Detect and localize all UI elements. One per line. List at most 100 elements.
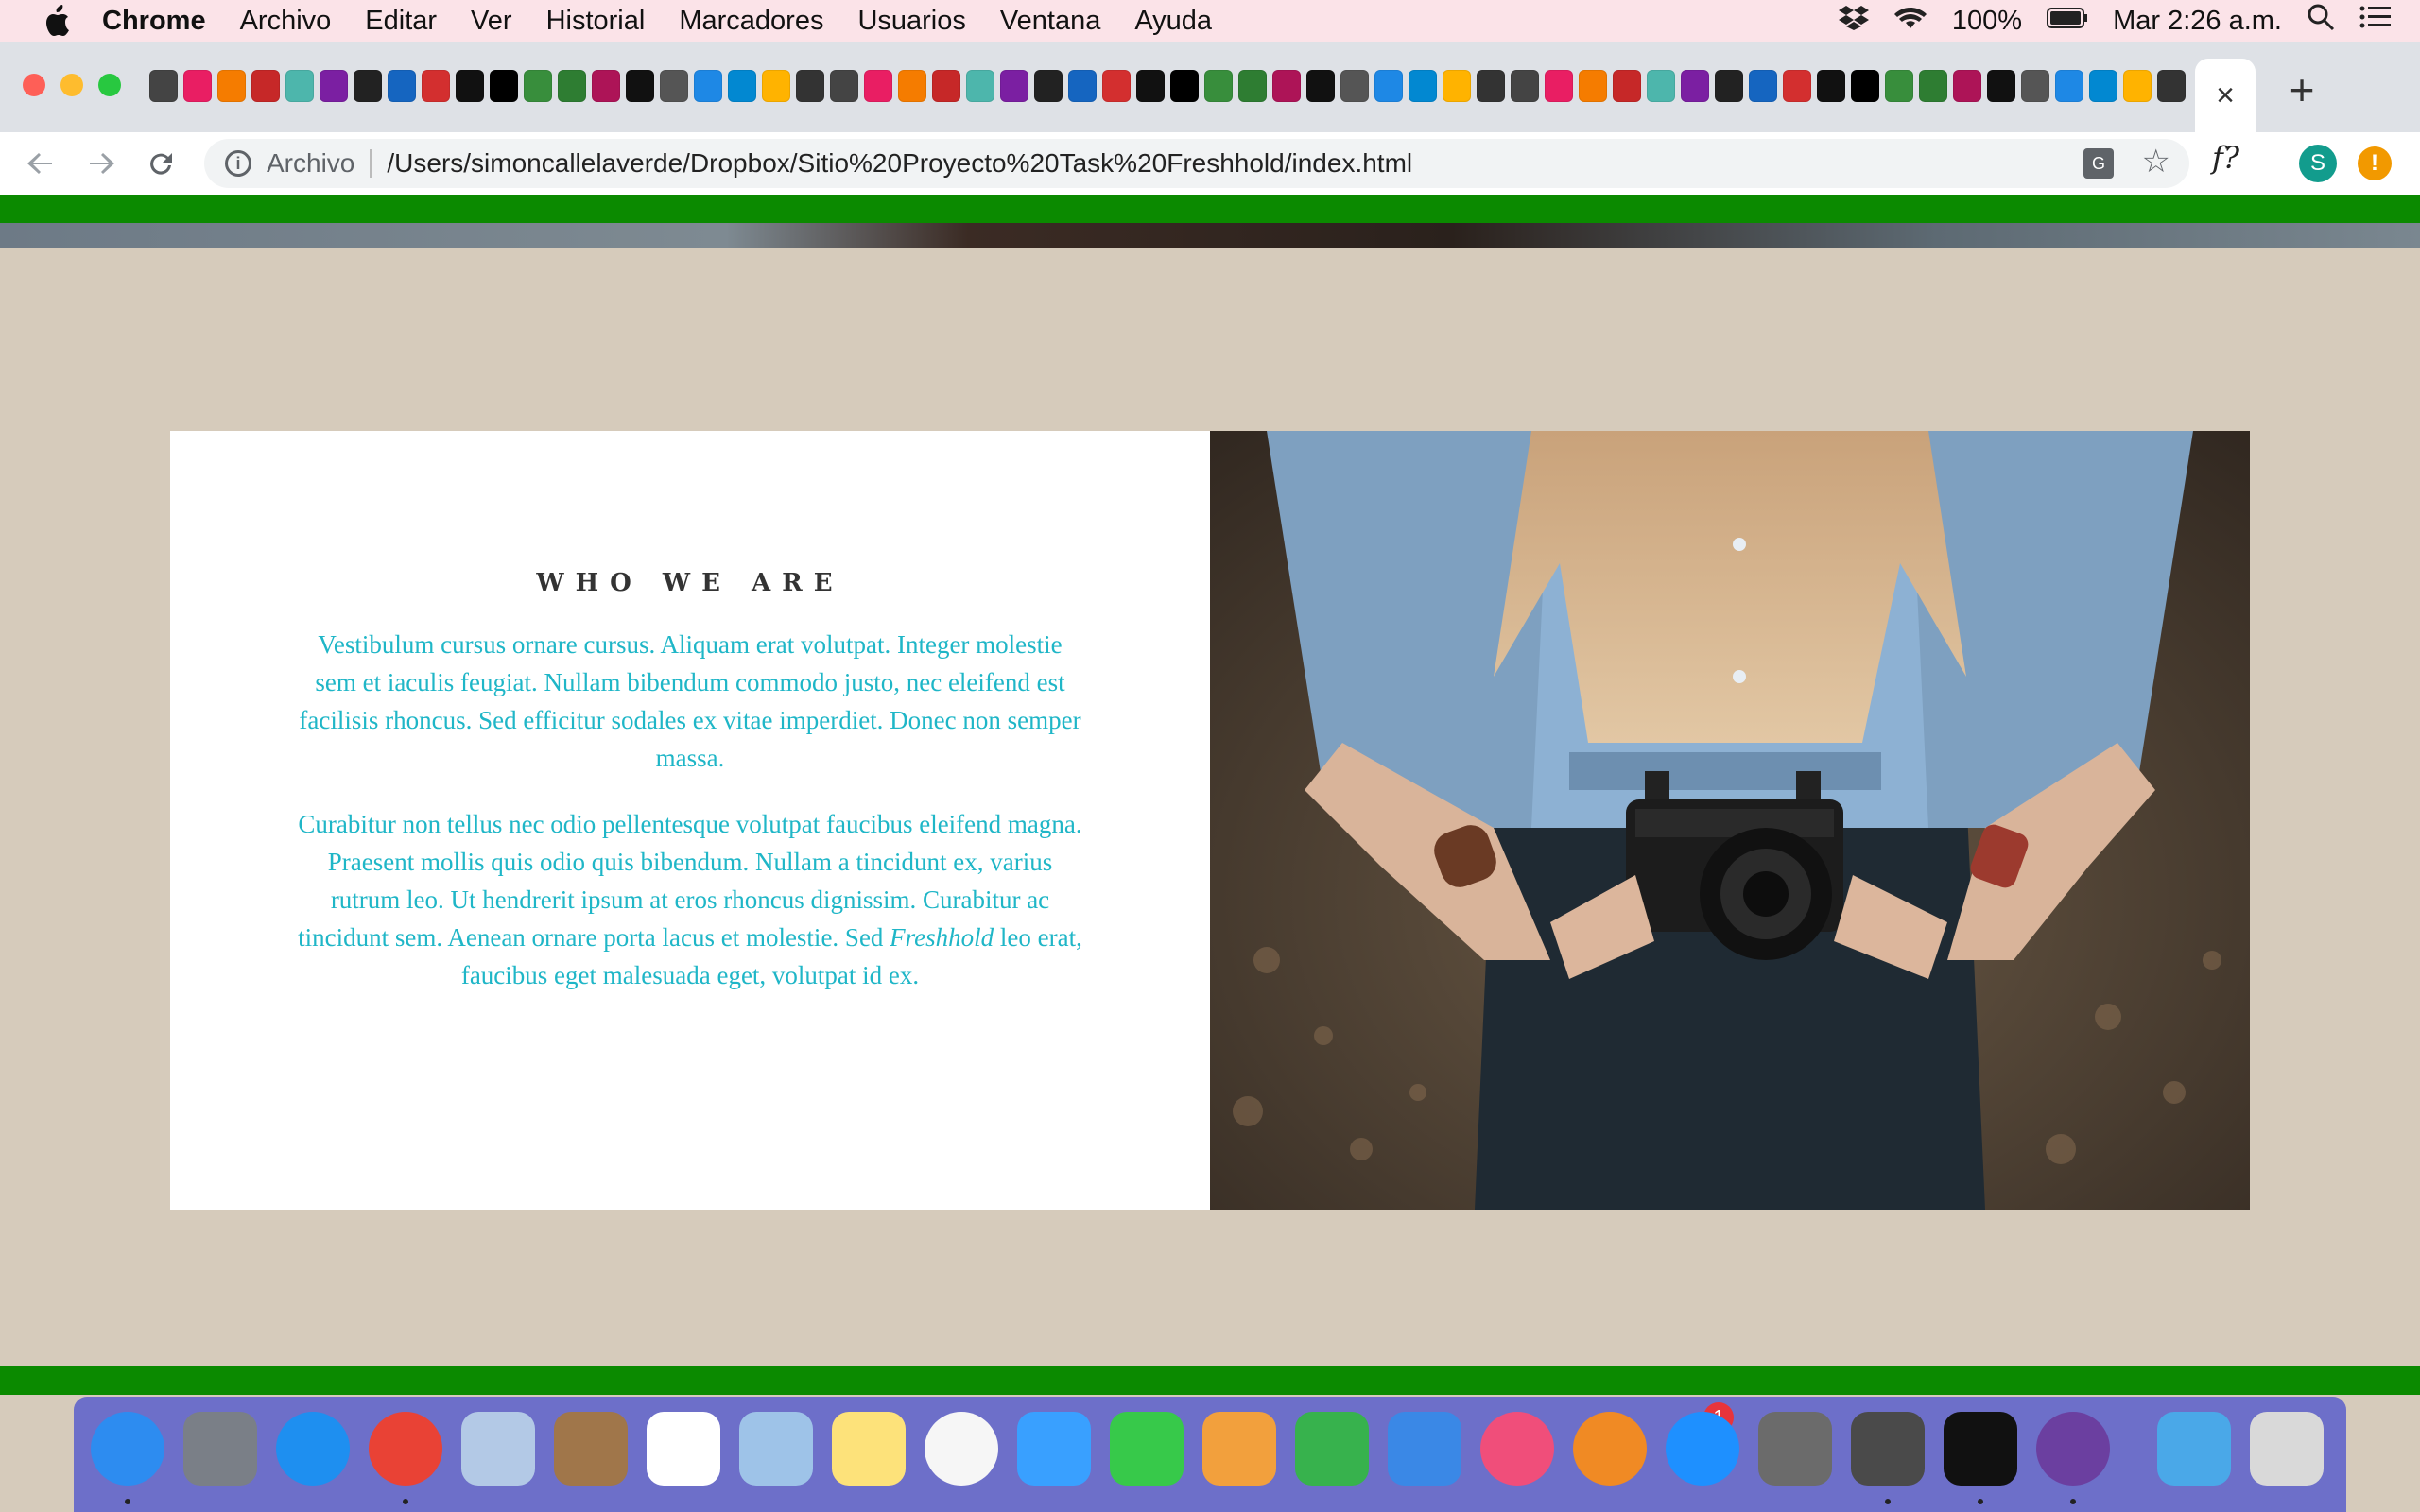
pinned-tab-favicon-icon[interactable] xyxy=(796,70,824,102)
pinned-tab-favicon-icon[interactable] xyxy=(422,70,450,102)
menu-archivo[interactable]: Archivo xyxy=(240,6,332,37)
menu-historial[interactable]: Historial xyxy=(546,6,646,37)
pinned-tab-favicon-icon[interactable] xyxy=(456,70,484,102)
address-url[interactable]: /Users/simoncallelaverde/Dropbox/Sitio%2… xyxy=(387,148,1412,179)
apple-menu-icon[interactable] xyxy=(38,2,76,40)
pinned-tab-favicon-icon[interactable] xyxy=(966,70,994,102)
launchpad-icon[interactable] xyxy=(183,1412,257,1486)
messages-icon[interactable] xyxy=(1017,1412,1091,1486)
chrome-icon[interactable] xyxy=(369,1412,442,1486)
keynote-icon[interactable] xyxy=(1388,1412,1461,1486)
notification-center-icon[interactable] xyxy=(2360,5,2392,37)
forward-button[interactable] xyxy=(76,138,127,189)
address-bar[interactable]: i Archivo /Users/simoncallelaverde/Dropb… xyxy=(204,139,2189,188)
pinned-tab-favicon-icon[interactable] xyxy=(694,70,722,102)
pinned-tab-favicon-icon[interactable] xyxy=(1443,70,1471,102)
pinned-tab-favicon-icon[interactable] xyxy=(1783,70,1811,102)
pinned-tab-favicon-icon[interactable] xyxy=(1919,70,1947,102)
pinned-tab-favicon-icon[interactable] xyxy=(1715,70,1743,102)
new-tab-button[interactable]: + xyxy=(2278,65,2325,114)
pinned-tab-favicon-icon[interactable] xyxy=(1000,70,1028,102)
menu-editar[interactable]: Editar xyxy=(365,6,437,37)
pinned-tab-favicon-icon[interactable] xyxy=(1953,70,1981,102)
pinned-tab-favicon-icon[interactable] xyxy=(2157,70,2186,102)
pinned-tab-favicon-icon[interactable] xyxy=(1102,70,1131,102)
pinned-tab-favicon-icon[interactable] xyxy=(1885,70,1913,102)
pinned-tab-favicon-icon[interactable] xyxy=(1681,70,1709,102)
pinned-tab-favicon-icon[interactable] xyxy=(1647,70,1675,102)
trash-icon[interactable] xyxy=(2250,1412,2324,1486)
app-store-icon[interactable] xyxy=(1666,1412,1739,1486)
pages-icon[interactable] xyxy=(1202,1412,1276,1486)
pinned-tab-favicon-icon[interactable] xyxy=(1034,70,1063,102)
pinned-tab-favicon-icon[interactable] xyxy=(1613,70,1641,102)
pinned-tab-favicon-icon[interactable] xyxy=(558,70,586,102)
pinned-tab-favicon-icon[interactable] xyxy=(354,70,382,102)
pinned-tab-favicon-icon[interactable] xyxy=(1204,70,1233,102)
pinned-tab-favicon-icon[interactable] xyxy=(1851,70,1879,102)
minimize-window-button[interactable] xyxy=(60,74,83,96)
pinned-tab-favicon-icon[interactable] xyxy=(2055,70,2083,102)
close-tab-icon[interactable]: × xyxy=(2216,77,2235,114)
menu-ver[interactable]: Ver xyxy=(471,6,512,37)
photos-icon[interactable] xyxy=(925,1412,998,1486)
site-info-icon[interactable]: i xyxy=(225,150,251,177)
pinned-tab-favicon-icon[interactable] xyxy=(932,70,960,102)
pinned-tab-favicon-icon[interactable] xyxy=(1340,70,1369,102)
menu-app-name[interactable]: Chrome xyxy=(102,6,206,37)
pinned-tab-favicon-icon[interactable] xyxy=(251,70,280,102)
pinned-tab-favicon-icon[interactable] xyxy=(524,70,552,102)
pinned-tab-favicon-icon[interactable] xyxy=(1511,70,1539,102)
back-button[interactable] xyxy=(15,138,66,189)
pinned-tab-favicon-icon[interactable] xyxy=(1987,70,2015,102)
pinned-tab-favicon-icon[interactable] xyxy=(728,70,756,102)
pinned-tab-favicon-icon[interactable] xyxy=(217,70,246,102)
menu-ventana[interactable]: Ventana xyxy=(1000,6,1100,37)
translate-icon[interactable]: G xyxy=(2083,148,2114,179)
pinned-tab-favicon-icon[interactable] xyxy=(1306,70,1335,102)
font-finder-extension-icon[interactable]: f? xyxy=(2212,140,2239,176)
active-tab[interactable]: × xyxy=(2195,59,2256,132)
update-alert-icon[interactable]: ! xyxy=(2358,146,2392,180)
pinned-tab-favicon-icon[interactable] xyxy=(830,70,858,102)
pinned-tab-favicon-icon[interactable] xyxy=(1136,70,1165,102)
clock[interactable]: Mar 2:26 a.m. xyxy=(2113,6,2282,37)
reload-button[interactable] xyxy=(136,138,187,189)
downloads-icon[interactable] xyxy=(2157,1412,2231,1486)
zoom-window-button[interactable] xyxy=(98,74,121,96)
pinned-tab-favicon-icon[interactable] xyxy=(898,70,926,102)
pinned-tab-favicon-icon[interactable] xyxy=(660,70,688,102)
notes-icon[interactable] xyxy=(832,1412,906,1486)
pinned-tab-favicon-icon[interactable] xyxy=(1238,70,1267,102)
pinned-tab-favicon-icon[interactable] xyxy=(490,70,518,102)
pinned-tab-favicon-icon[interactable] xyxy=(1749,70,1777,102)
github-desktop-icon[interactable] xyxy=(2036,1412,2110,1486)
wifi-icon[interactable] xyxy=(1893,4,1927,38)
pinned-tab-favicon-icon[interactable] xyxy=(149,70,178,102)
menu-ayuda[interactable]: Ayuda xyxy=(1134,6,1212,37)
pinned-tab-favicon-icon[interactable] xyxy=(864,70,892,102)
dropbox-icon[interactable] xyxy=(1838,4,1869,38)
pinned-tab-favicon-icon[interactable] xyxy=(1272,70,1301,102)
pinned-tab-favicon-icon[interactable] xyxy=(1477,70,1505,102)
itunes-icon[interactable] xyxy=(1480,1412,1554,1486)
pinned-tab-favicon-icon[interactable] xyxy=(285,70,314,102)
pinned-tab-favicon-icon[interactable] xyxy=(1068,70,1097,102)
system-preferences-icon[interactable] xyxy=(1758,1412,1832,1486)
contacts-icon[interactable] xyxy=(554,1412,628,1486)
finder-icon[interactable] xyxy=(91,1412,164,1486)
bookmark-star-icon[interactable]: ☆ xyxy=(2142,143,2170,180)
pinned-tab-favicon-icon[interactable] xyxy=(1545,70,1573,102)
mail-icon[interactable] xyxy=(461,1412,535,1486)
pinned-tab-favicon-icon[interactable] xyxy=(2089,70,2118,102)
pinned-tab-favicon-icon[interactable] xyxy=(1817,70,1845,102)
facetime-icon[interactable] xyxy=(1110,1412,1184,1486)
pinned-tab-favicon-icon[interactable] xyxy=(1374,70,1403,102)
pinned-tab-favicon-icon[interactable] xyxy=(320,70,348,102)
preview-icon[interactable] xyxy=(739,1412,813,1486)
terminal-icon[interactable] xyxy=(1944,1412,2017,1486)
battery-icon[interactable] xyxy=(2047,6,2088,37)
menu-marcadores[interactable]: Marcadores xyxy=(679,6,823,37)
pinned-tab-favicon-icon[interactable] xyxy=(1579,70,1607,102)
ibooks-icon[interactable] xyxy=(1573,1412,1647,1486)
